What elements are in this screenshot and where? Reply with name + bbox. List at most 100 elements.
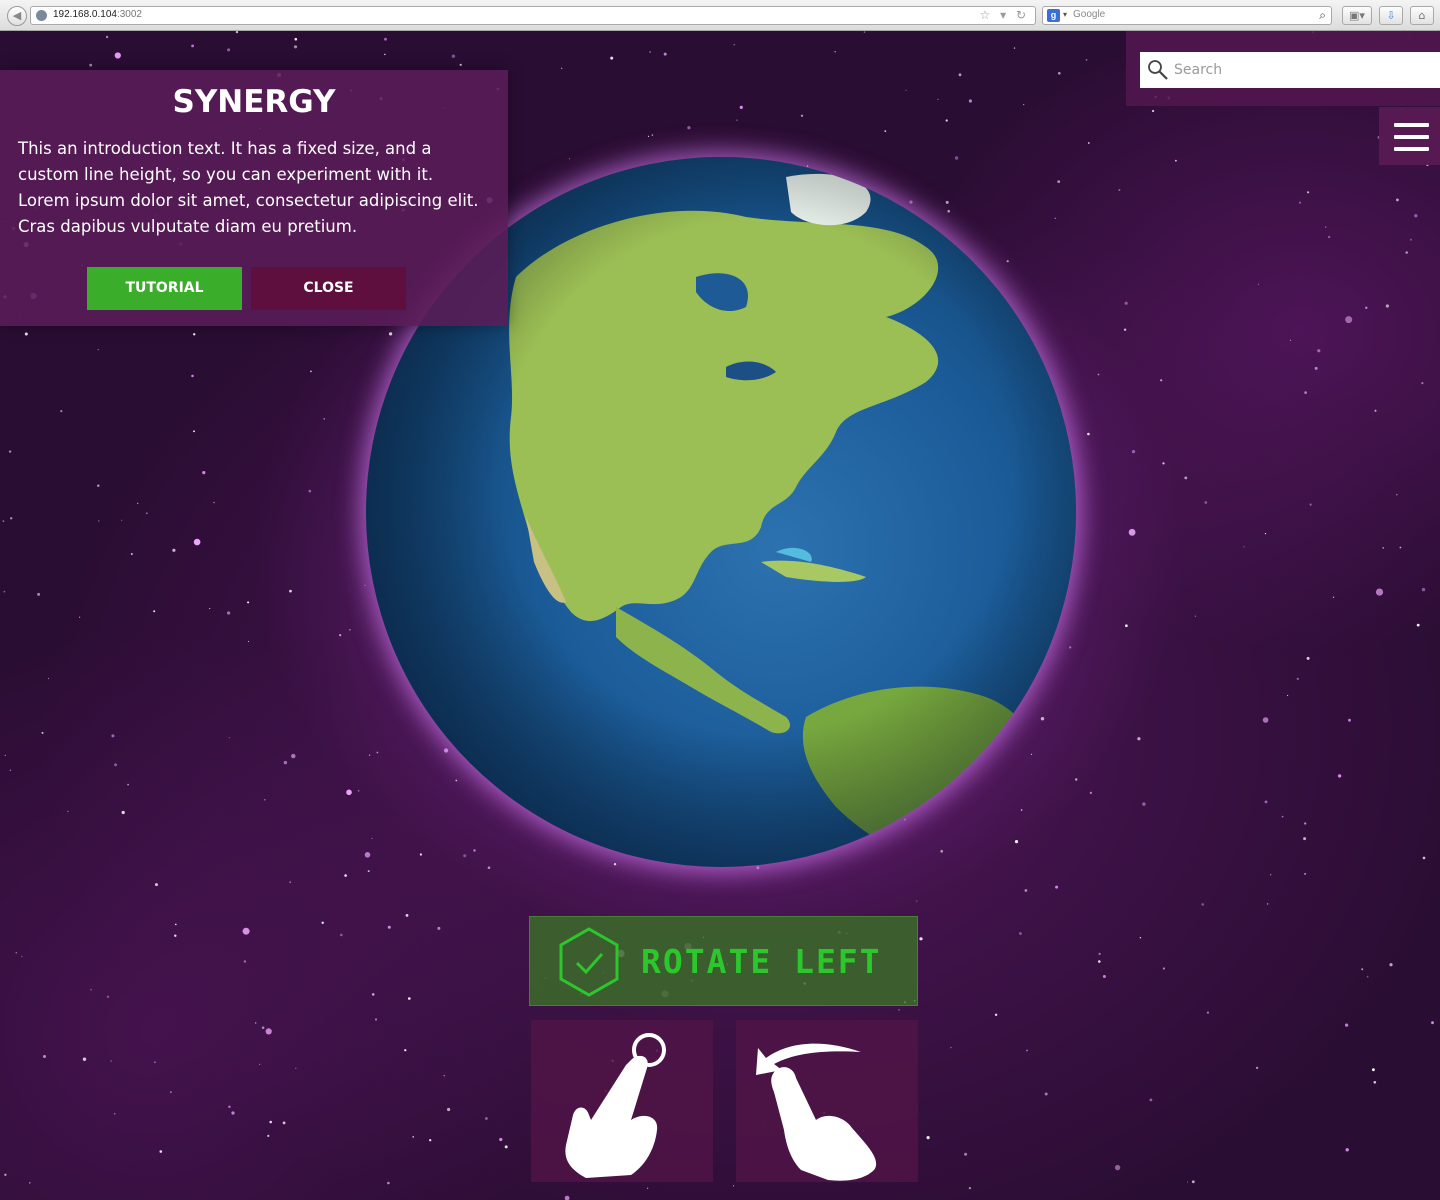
star xyxy=(105,35,109,39)
star xyxy=(1365,306,1368,309)
star xyxy=(1085,59,1088,61)
star xyxy=(405,914,409,917)
star xyxy=(89,63,93,67)
menu-button[interactable] xyxy=(1379,107,1440,165)
search-icon xyxy=(1148,60,1168,80)
star xyxy=(170,1091,172,1093)
star xyxy=(1396,494,1398,496)
star xyxy=(945,119,948,122)
star xyxy=(254,1022,257,1024)
star xyxy=(137,502,139,505)
star xyxy=(110,1060,112,1062)
star xyxy=(958,73,962,77)
bookmarks-menu-button[interactable]: ▣▾ xyxy=(1342,6,1372,25)
google-icon[interactable]: g xyxy=(1047,9,1060,22)
star xyxy=(10,517,13,520)
globe-icon xyxy=(36,10,47,21)
star xyxy=(429,1139,432,1142)
star xyxy=(1206,1011,1209,1014)
url-text: 192.168.0.104:3002 xyxy=(53,9,142,20)
gesture-feedback-banner: ROTATE LEFT xyxy=(529,916,918,1006)
star xyxy=(114,52,121,59)
star xyxy=(1262,717,1269,723)
star xyxy=(1405,251,1408,254)
star xyxy=(1098,960,1101,963)
star xyxy=(485,1117,488,1120)
star xyxy=(231,1111,235,1115)
star xyxy=(1290,339,1292,341)
star xyxy=(1162,967,1165,970)
star xyxy=(1303,837,1307,841)
star xyxy=(1024,889,1028,892)
star xyxy=(1075,778,1078,781)
star xyxy=(1257,283,1260,286)
star xyxy=(1264,800,1268,804)
browser-search-field[interactable]: g ▾ Google ⌕ xyxy=(1042,6,1332,25)
star xyxy=(564,1195,570,1200)
star xyxy=(1191,1180,1195,1184)
star xyxy=(504,1145,508,1149)
intro-text: This an introduction text. It has a fixe… xyxy=(18,139,479,236)
star xyxy=(408,997,411,1000)
star xyxy=(97,348,99,351)
star xyxy=(1023,103,1025,106)
star xyxy=(1304,822,1307,825)
star xyxy=(1089,791,1092,795)
star xyxy=(172,548,176,552)
star xyxy=(733,1185,734,1187)
star xyxy=(282,1121,286,1125)
star xyxy=(447,1107,451,1112)
star xyxy=(247,640,249,642)
star xyxy=(610,56,614,60)
tap-gesture-button[interactable] xyxy=(531,1020,713,1182)
star xyxy=(364,852,371,858)
star xyxy=(289,589,292,593)
star xyxy=(174,934,177,937)
star xyxy=(964,1152,968,1156)
star xyxy=(227,611,231,615)
star xyxy=(1431,1021,1434,1025)
chevron-down-icon[interactable]: ▾ xyxy=(1063,10,1067,19)
address-bar[interactable]: 192.168.0.104:3002 ☆ ▾ ↻ xyxy=(30,6,1036,25)
swipe-gesture-button[interactable] xyxy=(736,1020,918,1182)
star xyxy=(97,484,100,487)
download-icon[interactable]: ⇩ xyxy=(1379,6,1403,25)
star xyxy=(1296,677,1299,680)
url-host: 192.168.0.104 xyxy=(53,9,117,20)
star xyxy=(79,616,81,618)
star xyxy=(1373,1081,1377,1084)
star xyxy=(1304,391,1307,394)
search-icon[interactable]: ⌕ xyxy=(1319,8,1326,23)
star xyxy=(1128,528,1136,536)
star xyxy=(193,430,195,433)
star xyxy=(193,333,196,336)
home-icon[interactable]: ⌂ xyxy=(1410,6,1434,25)
search-box[interactable] xyxy=(1140,52,1440,88)
star xyxy=(1410,238,1412,241)
star xyxy=(1345,316,1353,324)
star xyxy=(28,1182,31,1184)
tutorial-button[interactable]: TUTORIAL xyxy=(87,267,242,310)
star xyxy=(1118,189,1121,191)
star xyxy=(261,1026,265,1029)
star xyxy=(321,921,324,924)
star xyxy=(367,870,370,873)
search-engine-name: Google xyxy=(1073,9,1106,20)
star xyxy=(293,45,298,49)
star xyxy=(153,610,156,613)
star xyxy=(4,754,6,756)
star xyxy=(1014,840,1019,844)
close-button[interactable]: CLOSE xyxy=(251,267,406,310)
star xyxy=(1160,379,1163,382)
star xyxy=(113,1113,116,1115)
bookmark-star-icon[interactable]: ☆ ▾ ↻ xyxy=(980,7,1029,24)
star xyxy=(1243,546,1245,548)
star xyxy=(1187,1181,1189,1183)
star xyxy=(463,854,467,858)
star xyxy=(1142,802,1146,806)
intro-title: SYNERGY xyxy=(172,84,336,120)
star xyxy=(295,1067,297,1070)
back-button[interactable]: ◀ xyxy=(7,6,27,26)
hamburger-icon xyxy=(1394,147,1429,151)
search-input[interactable] xyxy=(1174,52,1434,88)
